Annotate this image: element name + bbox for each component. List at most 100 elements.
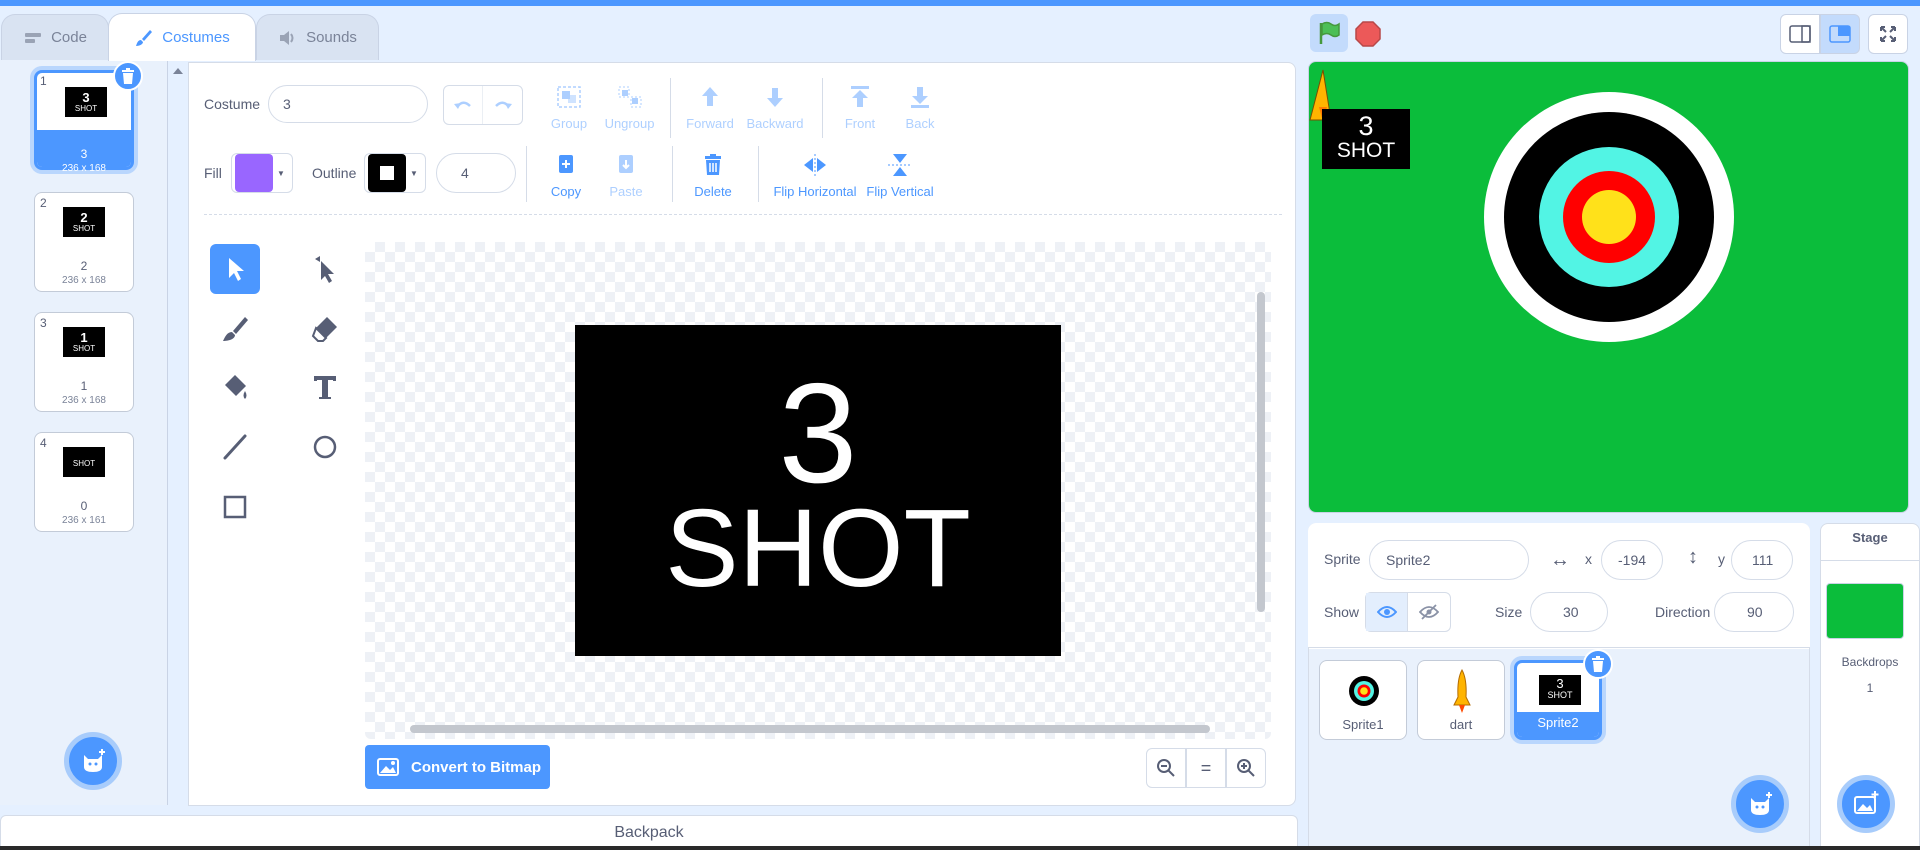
costume-thumbnail: 3 SHOT xyxy=(65,87,107,117)
flip-vertical-icon xyxy=(888,154,912,176)
tab-sounds-label: Sounds xyxy=(306,29,357,46)
stage[interactable]: 3 SHOT xyxy=(1308,61,1909,513)
trash-icon xyxy=(705,154,721,175)
cat-add-icon xyxy=(84,749,105,772)
green-flag-button[interactable] xyxy=(1310,14,1348,52)
outline-width-input[interactable]: 4 xyxy=(436,153,516,193)
show-button[interactable] xyxy=(1366,593,1408,631)
forward-label: Forward xyxy=(686,116,734,131)
front-icon xyxy=(851,86,869,107)
large-stage-button[interactable] xyxy=(1820,14,1860,54)
sprite-name: dart xyxy=(1449,717,1473,732)
front-button[interactable]: Front xyxy=(840,84,880,131)
sprite-tile[interactable]: dart xyxy=(1417,660,1505,740)
back-button[interactable]: Back xyxy=(900,84,940,131)
copy-button[interactable]: Copy xyxy=(546,152,586,199)
divider xyxy=(526,146,527,202)
sprite-tile[interactable]: 3 SHOT Sprite2 xyxy=(1514,649,1613,740)
convert-to-bitmap-button[interactable]: Convert to Bitmap xyxy=(365,745,550,789)
caret-down-icon: ▼ xyxy=(277,168,285,178)
thumb-word: SHOT xyxy=(72,224,96,233)
direction-label: Direction xyxy=(1655,604,1711,620)
back-label: Back xyxy=(905,116,935,131)
size-input[interactable]: 30 xyxy=(1530,592,1608,632)
canvas-horizontal-scrollbar[interactable] xyxy=(410,725,1210,733)
zoom-out-button[interactable] xyxy=(1146,748,1186,788)
stop-button[interactable] xyxy=(1354,20,1382,48)
sprite-label: Sprite xyxy=(1324,551,1361,567)
circle-tool[interactable] xyxy=(300,422,350,472)
brush-icon xyxy=(223,317,248,341)
costume-item[interactable]: 4 SHOT 0 236 x 161 xyxy=(34,432,134,532)
y-arrows-icon: ↕ xyxy=(1688,546,1698,568)
backpack[interactable]: Backpack xyxy=(0,815,1298,850)
costume-name-input[interactable]: 3 xyxy=(268,85,428,123)
sprite-tile[interactable]: Sprite1 xyxy=(1319,660,1407,740)
tab-code[interactable]: Code xyxy=(1,14,109,60)
outline-swatch xyxy=(368,154,406,192)
stage-title: Stage xyxy=(1852,530,1888,545)
tab-sounds[interactable]: Sounds xyxy=(256,14,379,60)
costume-item[interactable]: 2 2 SHOT 2 236 x 168 xyxy=(34,192,134,292)
y-position-input[interactable]: 111 xyxy=(1731,540,1793,580)
fullscreen-button[interactable] xyxy=(1868,14,1908,54)
reshape-tool[interactable] xyxy=(300,244,350,294)
costume-name-label: Costume xyxy=(204,96,261,112)
scroll-up-arrow[interactable] xyxy=(173,68,183,74)
fill-color-picker[interactable]: ▼ xyxy=(231,153,293,193)
canvas-vertical-scrollbar[interactable] xyxy=(1257,292,1265,612)
costume-name: 3 xyxy=(80,147,88,161)
fill-tool[interactable] xyxy=(210,362,260,412)
circle-icon xyxy=(313,435,337,459)
image-icon xyxy=(377,758,399,776)
choose-backdrop-button[interactable] xyxy=(1837,775,1895,833)
redo-button[interactable] xyxy=(483,86,522,124)
line-tool[interactable] xyxy=(210,422,260,472)
choose-sprite-button[interactable] xyxy=(1731,775,1789,833)
outline-color-picker[interactable]: ▼ xyxy=(364,153,426,193)
badge-number: 3 xyxy=(1358,111,1374,141)
zoom-in-button[interactable] xyxy=(1226,748,1266,788)
ungroup-button[interactable]: Ungroup xyxy=(602,84,657,131)
costume-item[interactable]: 1 3 SHOT 3 236 x 168 xyxy=(34,61,143,174)
zoom-reset-button[interactable]: = xyxy=(1186,748,1226,788)
toolbar-divider xyxy=(204,214,1282,215)
costume-size: 236 x 168 xyxy=(62,163,106,174)
zoom-in-icon xyxy=(1237,759,1255,777)
tool-palette xyxy=(208,240,358,530)
eraser-tool[interactable] xyxy=(300,304,350,354)
costume-item[interactable]: 3 1 SHOT 1 236 x 168 xyxy=(34,312,134,412)
costume-list-scrollbar[interactable] xyxy=(168,60,188,805)
group-button[interactable]: Group xyxy=(549,84,589,131)
cat-add-icon xyxy=(1751,792,1772,815)
divider xyxy=(822,78,823,138)
rectangle-tool[interactable] xyxy=(210,482,260,532)
x-position-input[interactable]: -194 xyxy=(1601,540,1663,580)
target-sprite xyxy=(1484,92,1734,342)
flip-vertical-button[interactable]: Flip Vertical xyxy=(864,152,936,199)
speaker-icon xyxy=(280,30,294,45)
hide-button[interactable] xyxy=(1408,593,1450,631)
select-tool[interactable] xyxy=(210,244,260,294)
tab-costumes-label: Costumes xyxy=(162,29,230,46)
small-stage-button[interactable] xyxy=(1780,14,1820,54)
paste-button[interactable]: Paste xyxy=(606,152,646,199)
direction-input[interactable]: 90 xyxy=(1714,592,1794,632)
tab-code-label: Code xyxy=(51,29,87,46)
delete-sprite-button[interactable] xyxy=(1583,649,1613,679)
delete-button[interactable]: Delete xyxy=(692,152,734,199)
choose-costume-button[interactable] xyxy=(64,732,122,790)
backward-button[interactable]: Backward xyxy=(746,84,804,131)
paint-bucket-icon xyxy=(225,375,247,399)
delete-costume-button[interactable] xyxy=(113,61,143,91)
group-icon xyxy=(557,86,581,108)
thumb-word: SHOT xyxy=(74,104,98,113)
undo-button[interactable] xyxy=(444,86,484,124)
text-tool[interactable] xyxy=(300,362,350,412)
flip-horizontal-button[interactable]: Flip Horizontal xyxy=(772,152,858,199)
tab-costumes[interactable]: Costumes xyxy=(108,13,256,61)
brush-tool[interactable] xyxy=(210,304,260,354)
forward-button[interactable]: Forward xyxy=(684,84,736,131)
sprite-name-input[interactable]: Sprite2 xyxy=(1369,540,1529,580)
costume-artwork[interactable]: 3 SHOT xyxy=(575,325,1061,656)
